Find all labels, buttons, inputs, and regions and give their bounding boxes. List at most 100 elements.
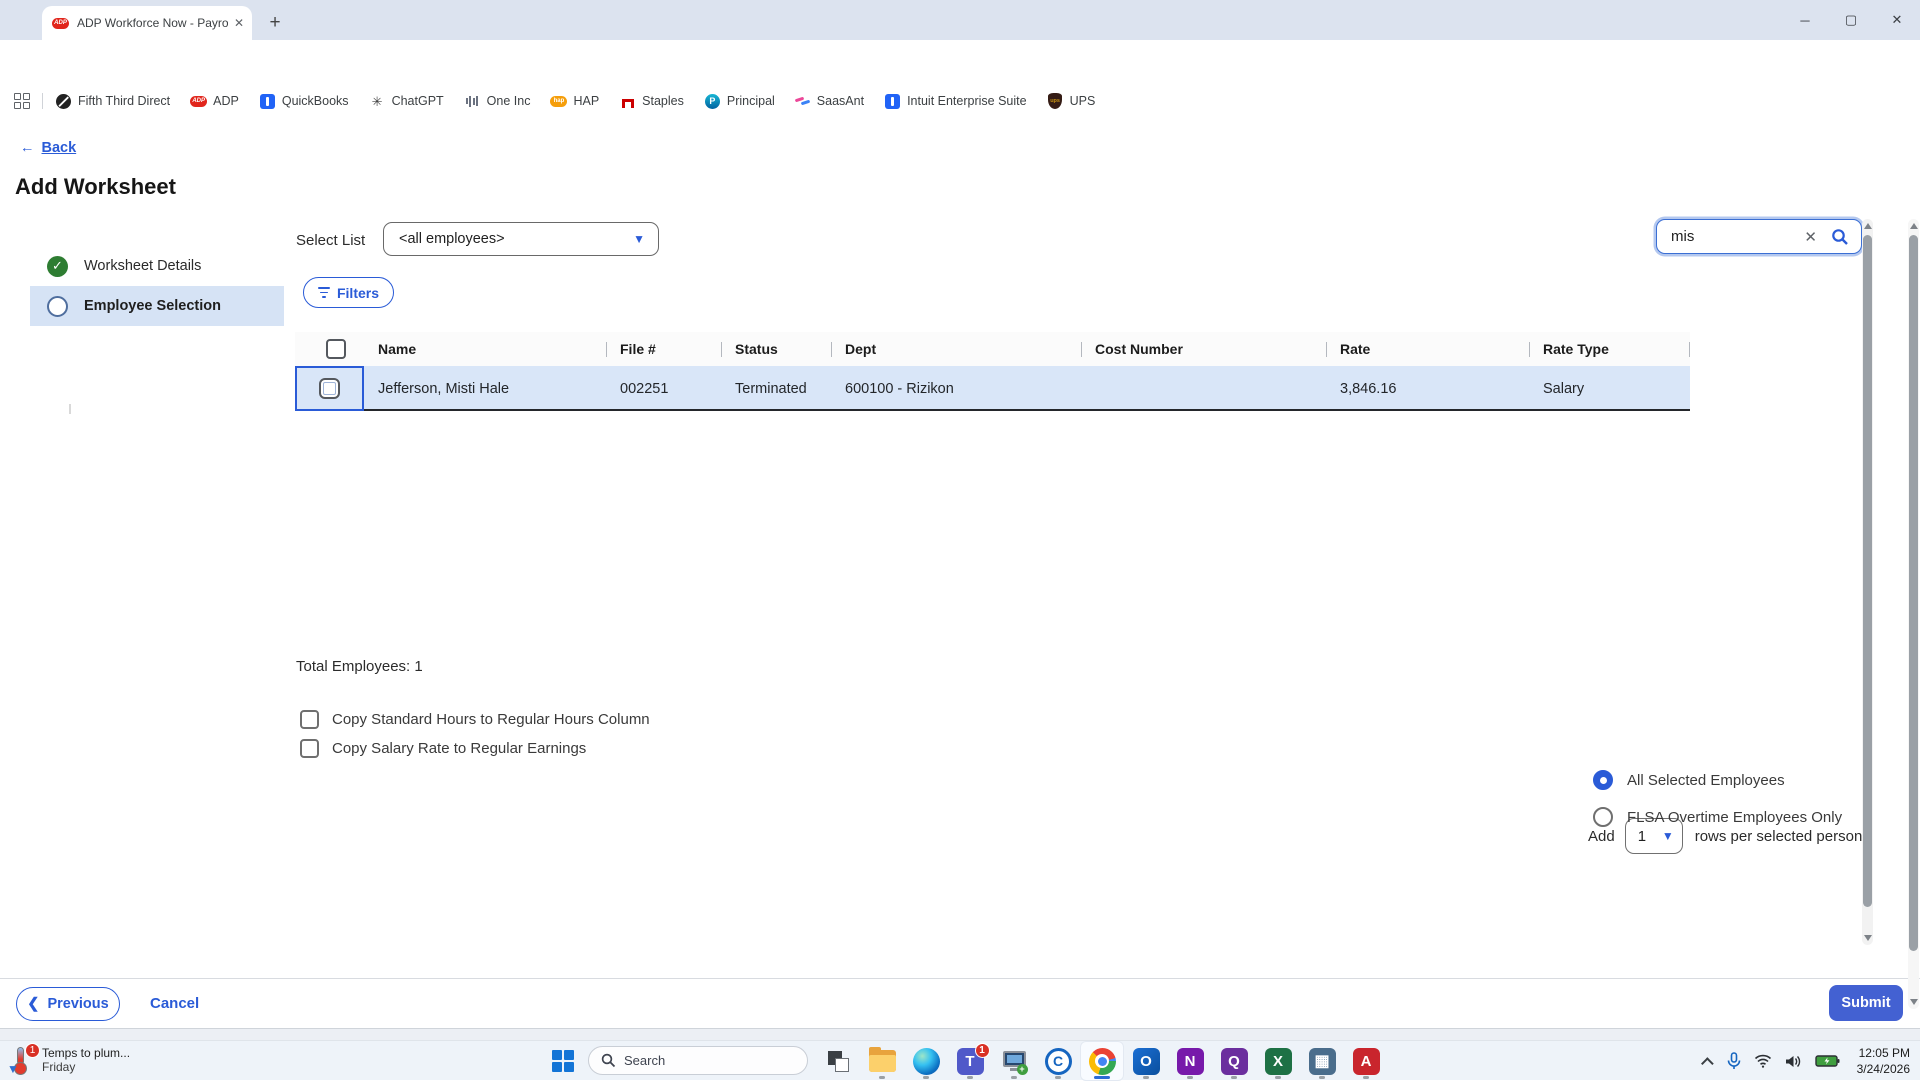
edge-button[interactable] [904,1041,948,1081]
calculator-button[interactable]: ▦ [1300,1041,1344,1081]
task-view-button[interactable] [816,1041,860,1081]
bookmark-principal[interactable]: PPrincipal [704,93,775,110]
scrollbar-thumb[interactable] [1909,235,1918,951]
previous-button[interactable]: ❮ Previous [16,987,120,1021]
scroll-down-icon[interactable] [1864,935,1872,941]
cancel-link[interactable]: Cancel [150,995,199,1012]
browser-tab[interactable]: ADP ADP Workforce Now - Payroll D ✕ [42,6,252,40]
window-close-button[interactable]: ✕ [1874,0,1920,40]
excel-icon: X [1265,1048,1292,1075]
new-tab-button[interactable]: + [262,10,288,36]
column-header-cost-number[interactable]: Cost Number [1081,332,1326,366]
submit-button[interactable]: Submit [1829,985,1903,1021]
bookmark-one-inc[interactable]: One Inc [464,93,531,110]
bookmark-staples[interactable]: Staples [619,93,684,110]
back-link[interactable]: ← Back [20,140,76,156]
select-list-label: Select List [296,232,365,249]
employee-search-input[interactable]: mis ✕ [1656,219,1862,254]
window-minimize-button[interactable]: ─ [1782,0,1828,40]
adp-icon: ADP [190,96,207,107]
select-list-dropdown[interactable]: <all employees> ▼ [383,222,659,256]
page-title: Add Worksheet [15,174,176,200]
windows-start-button[interactable] [552,1050,575,1073]
hap-icon: hap [550,96,567,107]
step-complete-check-icon: ✓ [47,256,68,277]
cell-rate-type: Salary [1529,381,1690,397]
bookmark-adp[interactable]: ADPADP [190,93,239,110]
taskbar-search-box[interactable]: Search [588,1046,808,1075]
column-header-status[interactable]: Status [721,332,831,366]
select-all-checkbox-cell [295,332,364,366]
scroll-up-icon[interactable] [1910,223,1918,229]
chevron-down-icon: ▼ [1662,829,1674,843]
step-employee-selection[interactable]: Employee Selection [30,286,284,326]
all-selected-employees-option: All Selected Employees [1593,770,1785,790]
bookmark-hap[interactable]: hapHAP [550,93,599,110]
microphone-icon[interactable] [1727,1052,1741,1070]
select-all-checkbox[interactable] [326,339,346,359]
onenote-button[interactable]: N [1168,1041,1212,1081]
step-active-circle-icon [47,296,68,317]
scroll-down-icon[interactable] [1910,999,1918,1005]
tab-close-icon[interactable]: ✕ [234,16,244,30]
search-icon[interactable] [1831,228,1849,246]
table-row[interactable]: Jefferson, Misti Hale 002251 Terminated … [295,366,1690,411]
taskbar-clock[interactable]: 12:05 PM 3/24/2026 [1857,1045,1910,1077]
scrollbar-thumb[interactable] [1863,235,1872,907]
wifi-icon[interactable] [1754,1054,1772,1068]
chrome-button[interactable] [1080,1041,1124,1081]
ups-shield-icon: ups [1048,93,1062,109]
volume-icon[interactable] [1785,1054,1802,1069]
column-header-rate[interactable]: Rate [1326,332,1529,366]
screen: ADP ADP Workforce Now - Payroll D ✕ + ─ … [0,0,1920,1080]
bookmark-intuit-enterprise-suite[interactable]: Intuit Enterprise Suite [884,93,1027,110]
bookmark-ups[interactable]: upsUPS [1047,93,1096,110]
all-selected-employees-radio[interactable] [1593,770,1613,790]
bookmark-fifth-third-direct[interactable]: Fifth Third Direct [55,93,170,110]
page-scrollbar[interactable] [1908,219,1919,1009]
widget-headline: Temps to plum... [42,1046,130,1060]
bookmark-quickbooks[interactable]: QuickBooks [259,93,349,110]
column-header-dept[interactable]: Dept [831,332,1081,366]
bookmark-chatgpt[interactable]: ✳ChatGPT [369,93,444,110]
row-checkbox-cell [295,366,364,411]
employee-table: Name File # Status Dept Cost Number Rate… [295,332,1690,411]
copy-standard-hours-checkbox[interactable] [300,710,319,729]
cell-rate: 3,846.16 [1326,381,1529,397]
inner-scrollbar[interactable] [1862,219,1873,945]
saasant-icon [795,93,811,109]
clear-search-icon[interactable]: ✕ [1804,228,1817,246]
chrome-icon [1089,1048,1116,1075]
apps-grid-icon[interactable] [14,93,30,109]
battery-icon[interactable] [1815,1054,1840,1068]
notification-badge: 1 [25,1043,40,1058]
search-icon [601,1053,616,1068]
teams-button[interactable]: T1 [948,1041,992,1081]
excel-button[interactable]: X [1256,1041,1300,1081]
c-app-button[interactable]: C [1036,1041,1080,1081]
tray-time: 12:05 PM [1857,1045,1910,1061]
window-maximize-button[interactable]: ▢ [1828,0,1874,40]
quickbooks-tool-button[interactable]: Q [1212,1041,1256,1081]
scroll-up-icon[interactable] [1864,223,1872,229]
teams-badge: 1 [975,1043,990,1058]
file-explorer-button[interactable] [860,1041,904,1081]
browser-tab-strip: ADP ADP Workforce Now - Payroll D ✕ + ─ … [0,0,1920,40]
flsa-overtime-radio[interactable] [1593,807,1613,827]
waveform-icon [464,93,481,110]
column-header-rate-type[interactable]: Rate Type [1529,332,1690,366]
filters-button[interactable]: Filters [303,277,394,308]
cell-status: Terminated [721,381,831,397]
column-header-file-number[interactable]: File # [606,332,721,366]
tray-date: 3/24/2026 [1857,1061,1910,1077]
row-checkbox[interactable] [319,378,340,399]
column-header-name[interactable]: Name [364,332,606,366]
weather-widget[interactable]: ▼ 1 Temps to plum... Friday [8,1044,130,1076]
tray-overflow-chevron-icon[interactable] [1705,1057,1714,1066]
step-worksheet-details[interactable]: ✓ Worksheet Details [30,246,284,286]
bookmark-saasant[interactable]: SaasAnt [795,93,864,109]
outlook-button[interactable]: O [1124,1041,1168,1081]
remote-desktop-button[interactable]: + [992,1041,1036,1081]
copy-salary-rate-checkbox[interactable] [300,739,319,758]
acrobat-button[interactable]: A [1344,1041,1388,1081]
